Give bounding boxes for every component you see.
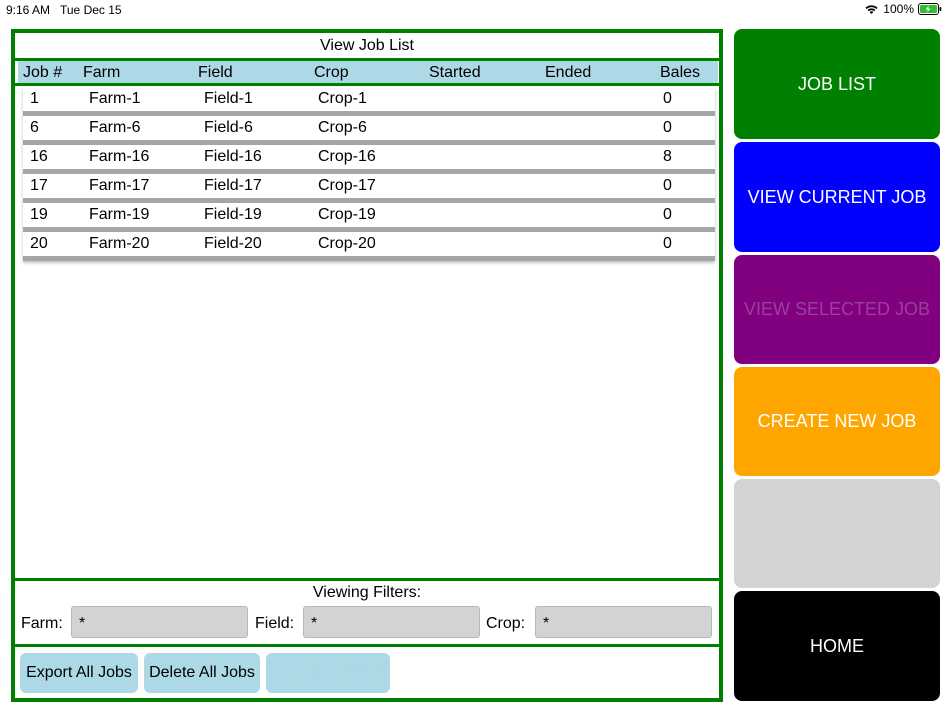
job-row[interactable]: 16 Farm-16 Field-16 Crop-16 8	[23, 145, 715, 174]
job-field: Field-19	[204, 206, 262, 223]
job-bales: 0	[663, 119, 672, 136]
add-to-this-job-button[interactable]: Add To This Job	[266, 653, 390, 693]
job-farm: Farm-6	[89, 119, 141, 136]
job-crop: Crop-17	[318, 177, 376, 194]
field-filter-input[interactable]: *	[303, 606, 480, 638]
job-field: Field-20	[204, 235, 262, 252]
crop-filter-input[interactable]: *	[535, 606, 712, 638]
job-field: Field-17	[204, 177, 262, 194]
column-header-crop[interactable]: Crop	[314, 64, 349, 82]
filters-title: Viewing Filters:	[312, 584, 422, 601]
job-bales: 0	[663, 177, 672, 194]
status-time: 9:16 AM	[6, 3, 51, 17]
home-nav-button[interactable]: HOME	[734, 591, 940, 701]
job-farm: Farm-17	[89, 177, 150, 194]
viewing-filters: Viewing Filters: Farm: * Field: * Crop: …	[15, 578, 719, 644]
job-row[interactable]: 6 Farm-6 Field-6 Crop-6 0	[23, 116, 715, 145]
job-row[interactable]: 19 Farm-19 Field-19 Crop-19 0	[23, 203, 715, 232]
field-filter-label: Field:	[255, 615, 295, 632]
job-number: 20	[30, 235, 48, 252]
job-row[interactable]: 20 Farm-20 Field-20 Crop-20 0	[23, 232, 715, 261]
crop-filter-label: Crop:	[486, 615, 526, 632]
farm-filter-input[interactable]: *	[71, 606, 248, 638]
job-crop: Crop-19	[318, 206, 376, 223]
job-number: 17	[30, 177, 48, 194]
job-crop: Crop-16	[318, 148, 376, 165]
job-number: 16	[30, 148, 48, 165]
job-row[interactable]: 17 Farm-17 Field-17 Crop-17 0	[23, 174, 715, 203]
create-new-job-nav-button[interactable]: CREATE NEW JOB	[734, 367, 940, 476]
job-field: Field-16	[204, 148, 262, 165]
job-number: 19	[30, 206, 48, 223]
job-number: 6	[30, 119, 39, 136]
column-header-bales[interactable]: Bales	[660, 64, 700, 82]
column-header-field[interactable]: Field	[198, 64, 233, 82]
status-date: Tue Dec 15	[60, 3, 122, 17]
job-field: Field-6	[204, 119, 253, 136]
action-bar: Export All Jobs Delete All Jobs Add To T…	[15, 644, 719, 702]
status-indicators: 100%	[864, 2, 942, 16]
job-bales: 0	[663, 90, 672, 107]
job-list: 1 Farm-1 Field-1 Crop-1 0 6 Farm-6 Field…	[23, 87, 715, 261]
status-bar: 9:16 AM Tue Dec 15 100%	[0, 0, 950, 20]
blank-nav-button[interactable]	[734, 479, 940, 588]
job-bales: 8	[663, 148, 672, 165]
table-header: Job # Farm Field Crop Started Ended Bale…	[18, 61, 718, 83]
job-row[interactable]: 1 Farm-1 Field-1 Crop-1 0	[23, 87, 715, 116]
job-farm: Farm-16	[89, 148, 150, 165]
export-all-jobs-button[interactable]: Export All Jobs	[20, 653, 138, 693]
job-crop: Crop-20	[318, 235, 376, 252]
column-header-ended[interactable]: Ended	[545, 64, 591, 82]
wifi-icon	[864, 4, 879, 15]
view-selected-job-nav-button[interactable]: VIEW SELECTED JOB	[734, 255, 940, 364]
job-farm: Farm-20	[89, 235, 150, 252]
panel-title: View Job List	[320, 37, 414, 54]
farm-filter-label: Farm:	[21, 615, 63, 632]
job-field: Field-1	[204, 90, 253, 107]
job-list-panel: View Job List Job # Farm Field Crop Star…	[11, 29, 723, 702]
job-crop: Crop-1	[318, 90, 367, 107]
column-header-farm[interactable]: Farm	[83, 64, 120, 82]
job-number: 1	[30, 90, 39, 107]
column-header-job[interactable]: Job #	[23, 64, 62, 82]
job-farm: Farm-1	[89, 90, 141, 107]
column-header-started[interactable]: Started	[429, 64, 481, 82]
battery-percent: 100%	[883, 2, 914, 16]
delete-all-jobs-button[interactable]: Delete All Jobs	[144, 653, 260, 693]
job-farm: Farm-19	[89, 206, 150, 223]
job-crop: Crop-6	[318, 119, 367, 136]
header-divider	[15, 83, 719, 86]
job-bales: 0	[663, 206, 672, 223]
job-bales: 0	[663, 235, 672, 252]
job-list-nav-button[interactable]: JOB LIST	[734, 29, 940, 139]
view-current-job-nav-button[interactable]: VIEW CURRENT JOB	[734, 142, 940, 252]
battery-charging-icon	[918, 3, 942, 15]
